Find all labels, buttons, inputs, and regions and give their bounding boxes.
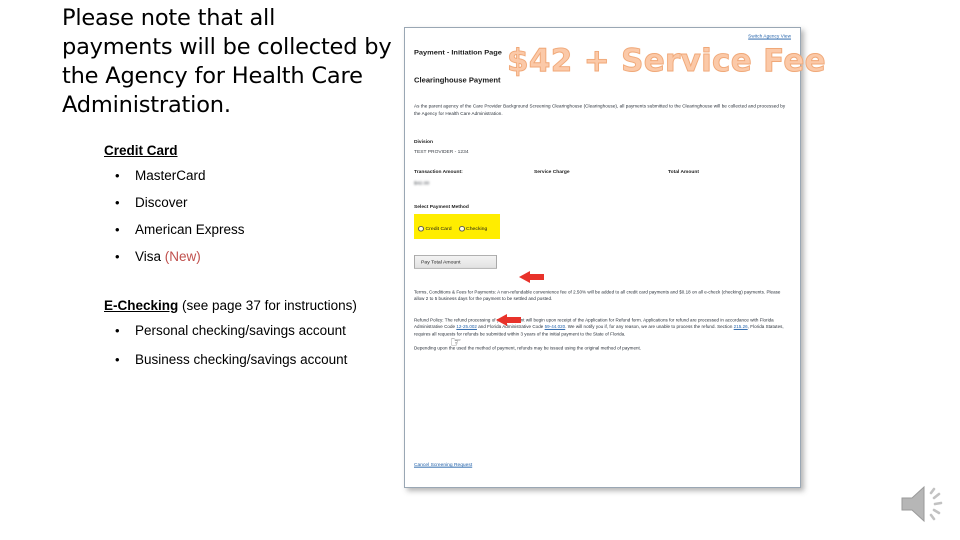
credit-card-heading: Credit Card [104,142,392,159]
radio-credit-card[interactable]: Credit Card [418,225,452,232]
radio-circle-icon[interactable] [418,225,424,232]
total-amount-label: Total Amount [668,170,699,175]
list-item-label: Visa [135,249,165,264]
list-item: • American Express [104,222,392,238]
list-item: • Personal checking/savings account [104,323,392,339]
list-item-label: Personal checking/savings account [135,323,346,338]
amount-summary-row: Transaction Amount: $42.00 Service Charg… [414,170,791,187]
refund-code-link-1[interactable]: 12-25.002 [456,325,477,330]
list-item-label: Business checking/savings account [135,352,348,367]
list-item: • Discover [104,195,392,211]
select-payment-method-label: Select Payment Method [414,205,469,210]
list-item-label: MasterCard [135,168,206,183]
refund-text-3: . We will notify you if, for any reason,… [565,324,734,330]
bullet-icon: • [115,195,120,210]
bullet-icon: • [115,222,120,237]
arrow-tail [529,274,544,280]
switch-agency-view-link[interactable]: Switch Agency View [748,34,791,39]
bullet-icon: • [115,323,120,338]
transaction-amount-label: Transaction Amount: [414,170,463,175]
credit-card-list: • MasterCard • Discover • American Expre… [104,168,392,265]
echecking-heading-note: (see page 37 for instructions) [178,298,357,313]
refund-code-link-2[interactable]: 59-44.020 [545,325,566,330]
refund-method-paragraph: Depending upon the used the method of pa… [414,346,642,351]
bullet-icon: • [115,352,120,367]
list-item-note: (New) [164,249,201,264]
payment-method-highlight: Credit Card Checking [414,214,500,240]
pay-total-amount-button[interactable]: Pay Total Amount [414,255,497,269]
terms-conditions-section: Terms, Conditions & Fees for Payments: A… [414,289,791,304]
radio-credit-card-label: Credit Card [425,226,452,232]
service-charge-label: Service Charge [534,170,570,175]
bullet-icon: • [115,168,120,183]
terms-paragraph: Terms, Conditions & Fees for Payments: A… [414,290,781,302]
bullet-icon: • [115,249,120,264]
list-item: • Visa (New) [104,249,392,265]
radio-circle-icon[interactable] [458,225,465,232]
refund-paragraph: Refund Policy: The refund processing of … [414,317,788,337]
service-charge-column: Service Charge [534,170,668,187]
list-item-label: Discover [135,195,188,210]
division-label: Division [414,140,434,145]
payment-methods-section: Credit Card • MasterCard • Discover • Am… [62,142,392,368]
radio-checking-label: Checking [466,226,488,232]
speaker-audio-icon[interactable] [898,480,950,528]
division-value: TEST PROVIDER - 1234 [414,150,469,155]
transaction-amount-column: Transaction Amount: $42.00 [414,170,534,187]
total-amount-column: Total Amount [668,170,778,187]
credit-card-heading-label: Credit Card [104,143,178,158]
embedded-screenshot-panel: Switch Agency View Payment - Initiation … [404,27,801,488]
screenshot-intro-paragraph: As the parent agency of the Care Provide… [414,103,786,116]
screenshot-content: Switch Agency View Payment - Initiation … [405,28,800,487]
refund-text-2: and Florida Administrative Code [476,324,545,330]
refund-statute-link[interactable]: 215.26 [734,325,748,330]
cancel-screening-request-link[interactable]: Cancel Screening Request [414,463,472,468]
transaction-amount-value: $42.00 [414,181,430,187]
hand-cursor-icon: ☞ [450,334,462,351]
echecking-heading: E-Checking (see page 37 for instructions… [104,297,392,314]
page-title: Please note that all payments will be co… [62,5,392,118]
echecking-list: • Personal checking/savings account • Bu… [104,323,392,368]
left-text-column: Please note that all payments will be co… [62,4,392,381]
list-item: • Business checking/savings account [104,352,392,368]
price-overlay-text: $42 + Service Fee [507,43,827,80]
refund-policy-section: Refund Policy: The refund processing of … [414,317,791,353]
list-item-label: American Express [135,222,245,237]
echecking-heading-label: E-Checking [104,298,179,313]
echecking-section: E-Checking (see page 37 for instructions… [104,297,392,368]
radio-checking[interactable]: Checking [458,225,488,232]
list-item: • MasterCard [104,168,392,184]
division-field: Division TEST PROVIDER - 1234 [414,140,791,155]
arrow-tail [506,317,521,323]
